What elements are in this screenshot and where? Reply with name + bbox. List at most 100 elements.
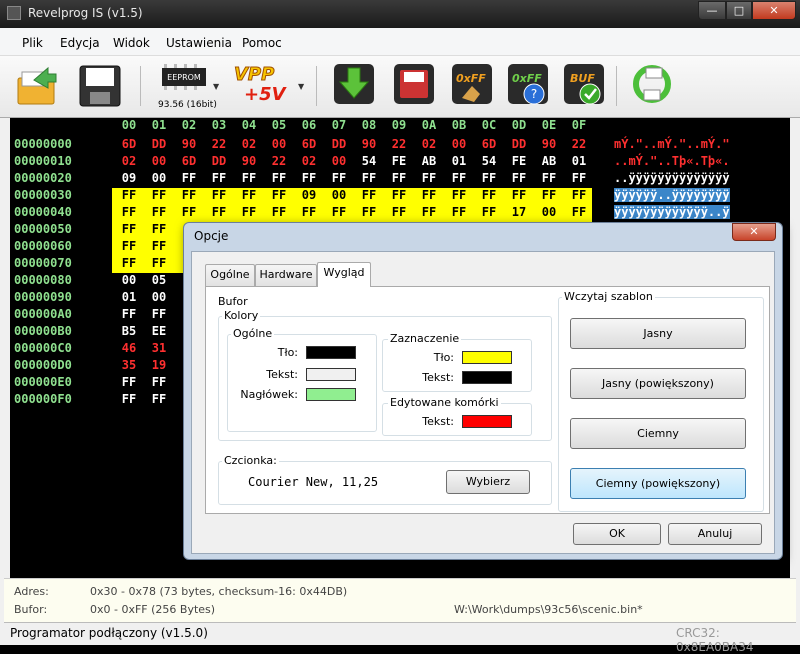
- hex-byte[interactable]: DD: [504, 137, 534, 151]
- ogolne-tekst-swatch[interactable]: [306, 368, 356, 381]
- hex-byte[interactable]: FF: [144, 222, 174, 236]
- hex-byte[interactable]: FF: [564, 188, 594, 202]
- hex-byte[interactable]: AB: [414, 154, 444, 168]
- menu-widok[interactable]: Widok: [113, 36, 150, 50]
- hex-byte[interactable]: 09: [294, 188, 324, 202]
- write-chip-icon[interactable]: [392, 62, 436, 106]
- dialog-close-button[interactable]: ✕: [732, 223, 776, 241]
- hex-byte[interactable]: 09: [114, 171, 144, 185]
- hex-byte[interactable]: 54: [354, 154, 384, 168]
- minimize-button[interactable]: —: [698, 1, 726, 20]
- hex-byte[interactable]: DD: [324, 137, 354, 151]
- hex-byte[interactable]: 90: [354, 137, 384, 151]
- hex-byte[interactable]: FF: [174, 188, 204, 202]
- hex-byte[interactable]: 22: [264, 154, 294, 168]
- hex-byte[interactable]: 01: [444, 154, 474, 168]
- hex-byte[interactable]: 46: [114, 341, 144, 355]
- menu-ustawienia[interactable]: Ustawienia: [166, 36, 232, 50]
- hex-byte[interactable]: 17: [504, 205, 534, 219]
- eeprom-chip-icon[interactable]: EEPROM 93.56 (16bit): [158, 62, 217, 110]
- hex-ascii[interactable]: mÝ."..mÝ."..mÝ.": [614, 137, 730, 151]
- hex-byte[interactable]: FF: [114, 375, 144, 389]
- read-chip-icon[interactable]: [332, 62, 376, 106]
- hex-byte[interactable]: FF: [204, 171, 234, 185]
- hex-byte[interactable]: FF: [234, 205, 264, 219]
- hex-byte[interactable]: 02: [234, 137, 264, 151]
- hex-byte[interactable]: FF: [114, 256, 144, 270]
- hex-byte[interactable]: 6D: [114, 137, 144, 151]
- menu-plik[interactable]: Plik: [22, 36, 43, 50]
- hex-byte[interactable]: 54: [474, 154, 504, 168]
- hex-byte[interactable]: 22: [564, 137, 594, 151]
- template-ciemny-powiekszony-button[interactable]: Ciemny (powiększony): [570, 468, 746, 499]
- hex-byte[interactable]: DD: [204, 154, 234, 168]
- hex-byte[interactable]: FF: [144, 307, 174, 321]
- wybierz-button[interactable]: Wybierz: [446, 470, 530, 494]
- hex-byte[interactable]: FF: [474, 188, 504, 202]
- save-file-icon[interactable]: [78, 62, 122, 107]
- hex-ascii[interactable]: ÿÿÿÿÿÿ..ÿÿÿÿÿÿÿÿ: [614, 188, 730, 202]
- zaznaczenie-tekst-swatch[interactable]: [462, 371, 512, 384]
- hex-byte[interactable]: FF: [534, 171, 564, 185]
- close-button[interactable]: ✕: [752, 1, 796, 20]
- hex-byte[interactable]: EE: [144, 324, 174, 338]
- hex-byte[interactable]: FF: [444, 171, 474, 185]
- template-ciemny-button[interactable]: Ciemny: [570, 418, 746, 449]
- hex-byte[interactable]: FF: [504, 171, 534, 185]
- hex-byte[interactable]: FF: [144, 239, 174, 253]
- hex-byte[interactable]: 22: [204, 137, 234, 151]
- hex-byte[interactable]: FF: [174, 205, 204, 219]
- hex-byte[interactable]: 01: [114, 290, 144, 304]
- hex-byte[interactable]: FF: [144, 205, 174, 219]
- tab-ogolne[interactable]: Ogólne: [205, 264, 255, 286]
- hex-byte[interactable]: 00: [144, 154, 174, 168]
- hex-byte[interactable]: FF: [354, 188, 384, 202]
- hex-byte[interactable]: 90: [174, 137, 204, 151]
- hex-byte[interactable]: FF: [444, 188, 474, 202]
- chip-dropdown-icon[interactable]: ▼: [213, 82, 219, 91]
- hex-byte[interactable]: FF: [234, 171, 264, 185]
- hex-byte[interactable]: FF: [264, 171, 294, 185]
- hex-byte[interactable]: FF: [144, 375, 174, 389]
- hex-byte[interactable]: 00: [264, 137, 294, 151]
- tab-hardware[interactable]: Hardware: [255, 264, 317, 286]
- hex-byte[interactable]: 00: [144, 290, 174, 304]
- hex-byte[interactable]: 05: [144, 273, 174, 287]
- hex-byte[interactable]: FF: [114, 307, 144, 321]
- hex-byte[interactable]: FF: [114, 239, 144, 253]
- hex-byte[interactable]: FF: [114, 188, 144, 202]
- hex-byte[interactable]: FF: [294, 205, 324, 219]
- hex-byte[interactable]: FE: [384, 154, 414, 168]
- hex-byte[interactable]: FF: [534, 188, 564, 202]
- maximize-button[interactable]: □: [726, 1, 752, 20]
- hex-byte[interactable]: FF: [384, 171, 414, 185]
- hex-byte[interactable]: 19: [144, 358, 174, 372]
- hex-byte[interactable]: FF: [114, 392, 144, 406]
- erase-ff-icon[interactable]: 0xFF: [450, 62, 494, 106]
- hex-byte[interactable]: 31: [144, 341, 174, 355]
- menu-pomoc[interactable]: Pomoc: [242, 36, 282, 50]
- hex-byte[interactable]: FF: [234, 188, 264, 202]
- hex-byte[interactable]: FF: [294, 171, 324, 185]
- hex-byte[interactable]: FF: [174, 171, 204, 185]
- hex-byte[interactable]: FF: [264, 188, 294, 202]
- hex-byte[interactable]: FF: [474, 205, 504, 219]
- hex-byte[interactable]: 00: [324, 188, 354, 202]
- hex-byte[interactable]: FF: [474, 171, 504, 185]
- hex-byte[interactable]: 90: [234, 154, 264, 168]
- hex-byte[interactable]: FF: [114, 222, 144, 236]
- hex-byte[interactable]: FF: [384, 205, 414, 219]
- hex-byte[interactable]: 00: [324, 154, 354, 168]
- hex-byte[interactable]: FF: [564, 205, 594, 219]
- hex-byte[interactable]: 00: [114, 273, 144, 287]
- hex-byte[interactable]: DD: [144, 137, 174, 151]
- hex-byte[interactable]: FF: [144, 392, 174, 406]
- zaznaczenie-tlo-swatch[interactable]: [462, 351, 512, 364]
- hex-ascii[interactable]: ..mÝ."..Tþ«.Tþ«.: [614, 154, 730, 168]
- hex-byte[interactable]: FF: [354, 171, 384, 185]
- hex-byte[interactable]: FF: [564, 171, 594, 185]
- edytowane-tekst-swatch[interactable]: [462, 415, 512, 428]
- hex-byte[interactable]: 6D: [474, 137, 504, 151]
- hex-byte[interactable]: FF: [324, 171, 354, 185]
- hex-byte[interactable]: 00: [144, 171, 174, 185]
